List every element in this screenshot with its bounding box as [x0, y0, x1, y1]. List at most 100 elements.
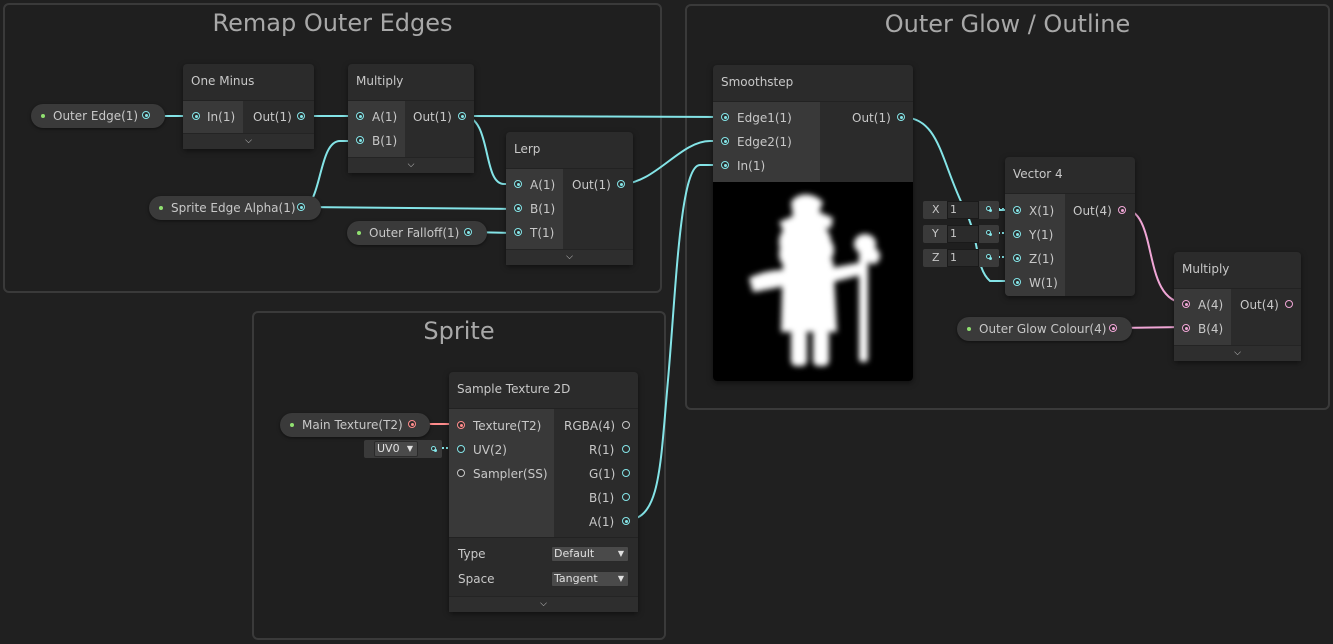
property-dot — [41, 114, 45, 118]
property-dot — [290, 423, 294, 427]
vector4-field-x[interactable]: X 1 — [923, 201, 999, 219]
output-port-out[interactable] — [1118, 206, 1126, 214]
input-port-in[interactable] — [721, 161, 729, 169]
wire — [301, 206, 519, 210]
output-port-a[interactable] — [622, 517, 630, 525]
output-port-r[interactable] — [622, 445, 630, 453]
node-title: Multiply — [356, 74, 404, 88]
node-multiply[interactable]: Multiply A(1) B(1) Out(1) ⌵ — [348, 64, 474, 173]
input-port-sampler[interactable] — [457, 469, 465, 477]
port-label: B(4) — [1198, 322, 1224, 336]
output-port-out[interactable] — [297, 112, 305, 120]
output-port-b[interactable] — [622, 493, 630, 501]
node-title: Multiply — [1182, 262, 1230, 276]
output-port-g[interactable] — [622, 469, 630, 477]
sprite-silhouette-image — [749, 194, 880, 366]
input-port-uv[interactable] — [457, 445, 465, 453]
vector4-field-y[interactable]: Y 1 — [923, 225, 999, 243]
node-smoothstep[interactable]: Smoothstep Edge1(1) Edge2(1) In(1) Out(1… — [713, 65, 913, 381]
output-port-out[interactable] — [617, 180, 625, 188]
port-label: In(1) — [207, 110, 236, 124]
port-label: Edge1(1) — [737, 111, 792, 125]
node-one-minus[interactable]: One Minus In(1) Out(1) ⌵ — [183, 64, 314, 149]
uv-channel-field[interactable]: UV0 ▼ — [364, 440, 442, 458]
port-label: Y(1) — [1029, 228, 1054, 242]
space-dropdown[interactable]: Tangent ▼ — [551, 571, 629, 587]
input-port-a[interactable] — [514, 180, 522, 188]
output-port[interactable] — [464, 228, 472, 236]
expand-button[interactable]: ⌵ — [348, 157, 474, 173]
chevron-down-icon: ⌵ — [566, 252, 573, 262]
node-multiply-vector[interactable]: Multiply A(4) B(4) Out(4) ⌵ — [1174, 252, 1301, 361]
vector4-field-z[interactable]: Z 1 — [923, 249, 999, 267]
expand-button[interactable]: ⌵ — [1174, 345, 1301, 361]
port-label: G(1) — [589, 467, 616, 481]
chevron-down-icon: ⌵ — [245, 136, 252, 146]
output-port-out[interactable] — [1285, 300, 1293, 308]
field-value-input[interactable]: 1 — [947, 225, 979, 243]
property-label: Main Texture(T2) — [302, 418, 403, 432]
property-dot — [357, 231, 361, 235]
input-port-in[interactable] — [192, 112, 200, 120]
output-port-out[interactable] — [458, 112, 466, 120]
uv-channel-dropdown[interactable]: UV0 ▼ — [374, 441, 418, 457]
port-label: Out(1) — [253, 110, 292, 124]
property-main-texture[interactable]: Main Texture(T2) — [280, 413, 430, 437]
port-label: B(1) — [372, 134, 398, 148]
input-port-y[interactable] — [1013, 230, 1021, 238]
triangle-down-icon: ▼ — [617, 574, 624, 583]
port-label: B(1) — [589, 491, 615, 505]
input-port-b[interactable] — [356, 136, 364, 144]
type-dropdown[interactable]: Default ▼ — [551, 546, 629, 562]
dropdown-value: Default — [554, 547, 595, 560]
property-sprite-edge-alpha[interactable]: Sprite Edge Alpha(1) — [149, 196, 321, 220]
setting-label-type: Type — [458, 547, 486, 561]
field-connector — [986, 230, 992, 236]
input-port-a[interactable] — [356, 112, 364, 120]
property-label: Outer Edge(1) — [53, 109, 139, 123]
port-label: B(1) — [530, 202, 556, 216]
wire — [620, 140, 725, 185]
port-label: RGBA(4) — [564, 419, 616, 433]
input-port-edge2[interactable] — [721, 137, 729, 145]
expand-button[interactable]: ⌵ — [183, 133, 314, 149]
field-axis-label: Y — [932, 227, 939, 240]
output-port[interactable] — [142, 111, 150, 119]
property-outer-edge[interactable]: Outer Edge(1) — [31, 104, 165, 128]
input-port-edge1[interactable] — [721, 113, 729, 121]
port-label: X(1) — [1029, 204, 1055, 218]
output-port-out[interactable] — [897, 113, 905, 121]
expand-button[interactable]: ⌵ — [449, 596, 638, 612]
property-dot — [967, 327, 971, 331]
input-port-z[interactable] — [1013, 254, 1021, 262]
input-port-b[interactable] — [514, 204, 522, 212]
field-value-input[interactable]: 1 — [947, 201, 979, 219]
input-port-texture[interactable] — [457, 421, 465, 429]
output-port[interactable] — [1109, 324, 1117, 332]
input-port-x[interactable] — [1013, 206, 1021, 214]
chevron-down-icon: ⌵ — [407, 160, 415, 170]
output-port-rgba[interactable] — [622, 421, 630, 429]
node-vector4[interactable]: Vector 4 X(1) Y(1) Z(1) W(1) Out(4) — [1005, 157, 1135, 296]
triangle-down-icon: ▼ — [406, 444, 413, 453]
port-label: Out(1) — [852, 111, 891, 125]
property-outer-glow-colour[interactable]: Outer Glow Colour(4) — [957, 317, 1132, 341]
output-port[interactable] — [408, 420, 416, 428]
input-port-b[interactable] — [1182, 324, 1190, 332]
port-label: UV(2) — [473, 443, 507, 457]
input-port-t[interactable] — [514, 228, 522, 236]
output-port[interactable] — [297, 203, 305, 211]
input-port-a[interactable] — [1182, 300, 1190, 308]
property-label: Outer Glow Colour(4) — [979, 322, 1107, 336]
field-value: 1 — [950, 203, 957, 216]
field-axis-label: Z — [932, 251, 940, 264]
input-port-w[interactable] — [1013, 278, 1021, 286]
property-outer-falloff[interactable]: Outer Falloff(1) — [347, 221, 487, 245]
node-lerp[interactable]: Lerp A(1) B(1) T(1) Out(1) ⌵ — [506, 132, 633, 265]
port-label: Out(4) — [1073, 204, 1112, 218]
node-sample-texture-2d[interactable]: Sample Texture 2D Texture(T2) UV(2) Samp… — [449, 372, 638, 612]
expand-button[interactable]: ⌵ — [506, 249, 633, 265]
port-label: R(1) — [589, 443, 615, 457]
port-label: A(4) — [1198, 298, 1224, 312]
field-value-input[interactable]: 1 — [947, 249, 979, 267]
